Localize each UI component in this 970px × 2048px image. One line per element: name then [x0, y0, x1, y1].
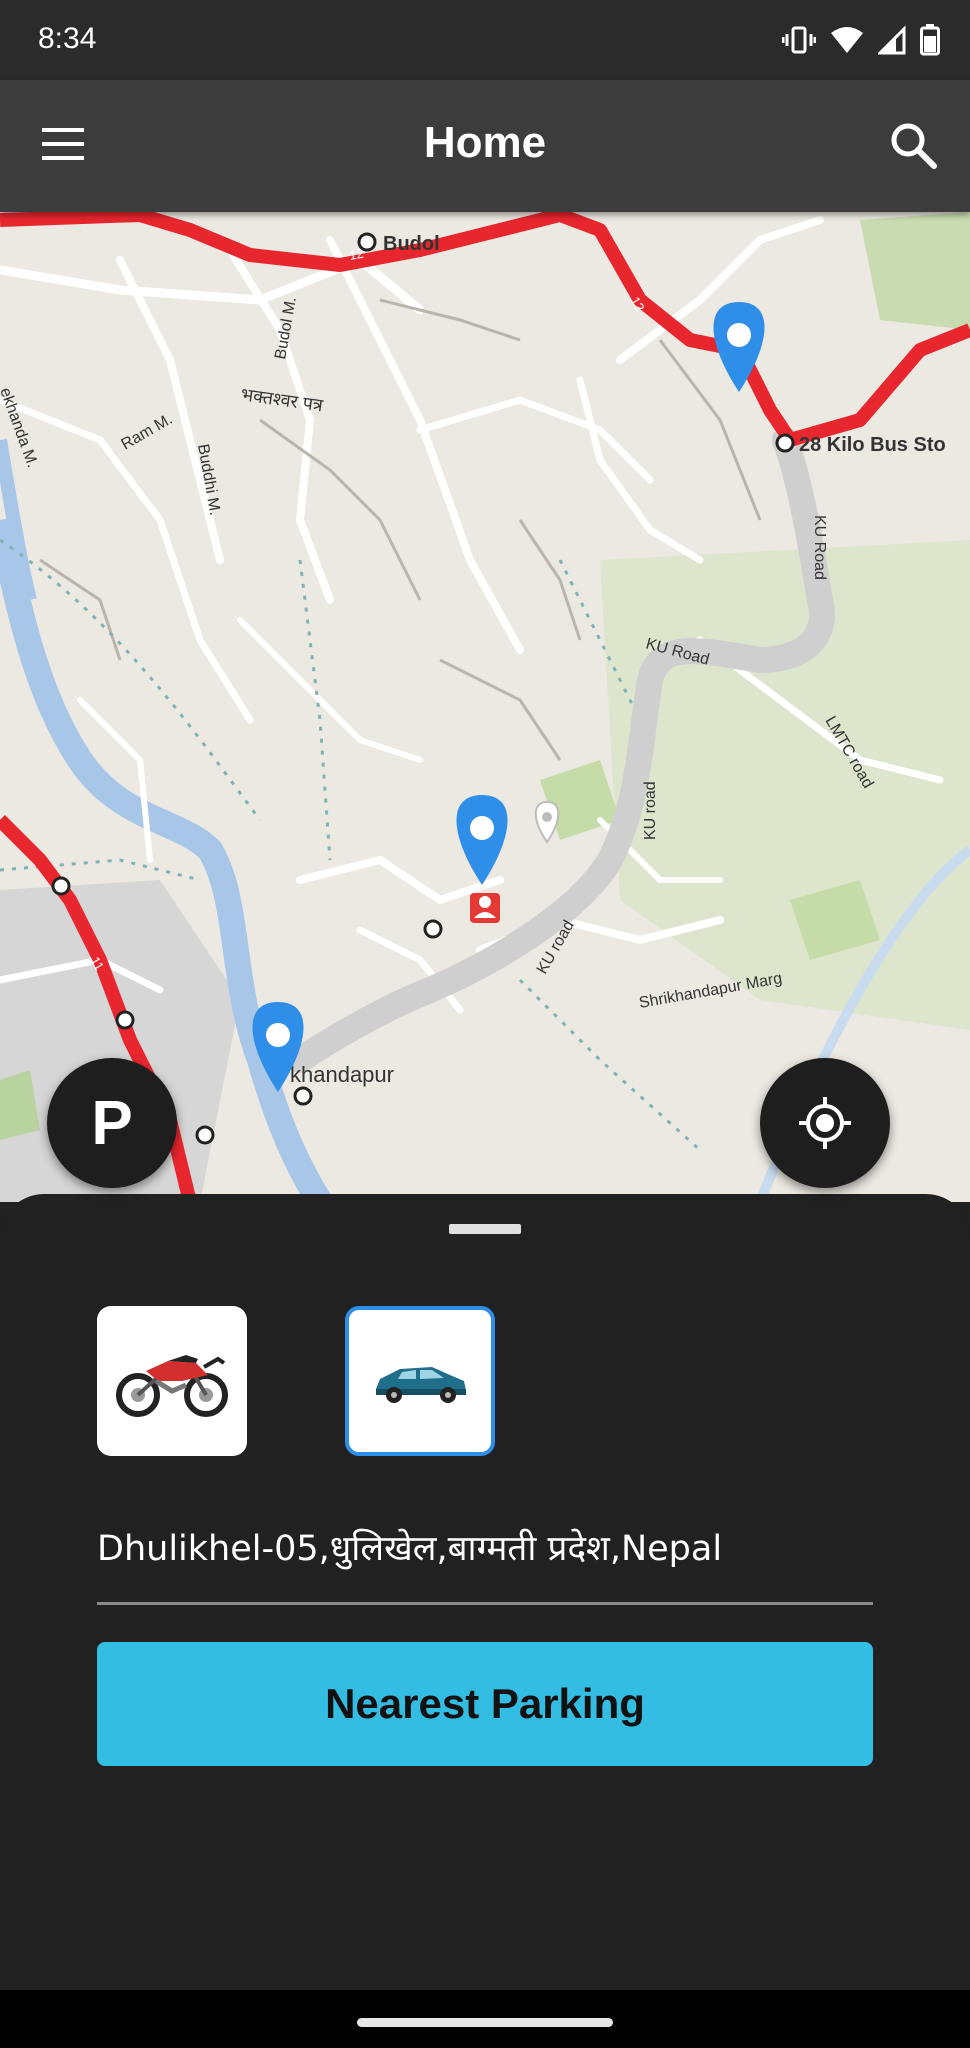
- motorcycle-icon: [116, 1355, 228, 1417]
- status-time: 8:34: [38, 22, 97, 55]
- address-divider: [97, 1602, 873, 1605]
- nearest-parking-button[interactable]: Nearest Parking: [97, 1642, 873, 1766]
- system-nav-bar: [0, 1990, 970, 2048]
- current-address: Dhulikhel-05,धुलिखेल,बाग्मती प्रदेश,Nepa…: [97, 1529, 723, 1569]
- svg-text:12: 12: [348, 246, 365, 263]
- contact-poi-icon: [470, 893, 500, 923]
- signal-icon: [878, 25, 906, 55]
- map-label-khandapur: khandapur: [290, 1062, 394, 1087]
- car-icon: [376, 1367, 466, 1403]
- map-label-ku-road-1: KU Road: [811, 515, 828, 580]
- vehicle-option-car[interactable]: [345, 1306, 495, 1456]
- app-bar: Home: [0, 80, 970, 212]
- battery-icon: [920, 24, 940, 56]
- parking-fab[interactable]: P: [47, 1058, 177, 1188]
- bottom-sheet: Dhulikhel-05,धुलिखेल,बाग्मती प्रदेश,Nepa…: [0, 1194, 970, 1990]
- vibrate-icon: [782, 26, 816, 54]
- map-view[interactable]: Budol 28 Kilo Bus Sto Budol M. Ram M. भक…: [0, 212, 970, 1202]
- search-icon[interactable]: [888, 120, 940, 172]
- sheet-drag-handle[interactable]: [449, 1224, 521, 1234]
- map-canvas[interactable]: Budol 28 Kilo Bus Sto Budol M. Ram M. भक…: [0, 212, 970, 1202]
- page-title: Home: [423, 118, 547, 167]
- map-label-budol: Budol: [383, 233, 440, 255]
- gps-locate-icon: [799, 1097, 851, 1149]
- status-icons: [782, 20, 940, 60]
- status-bar: 8:34: [0, 0, 970, 80]
- wifi-icon: [831, 27, 863, 53]
- parking-fab-label: P: [91, 1088, 133, 1158]
- home-gesture-pill[interactable]: [357, 2018, 613, 2027]
- map-label-ku-road-3: KU road: [642, 781, 659, 840]
- my-location-fab[interactable]: [760, 1058, 890, 1188]
- vehicle-option-motorcycle[interactable]: [97, 1306, 247, 1456]
- map-label-bus-stop: 28 Kilo Bus Sto: [799, 434, 946, 456]
